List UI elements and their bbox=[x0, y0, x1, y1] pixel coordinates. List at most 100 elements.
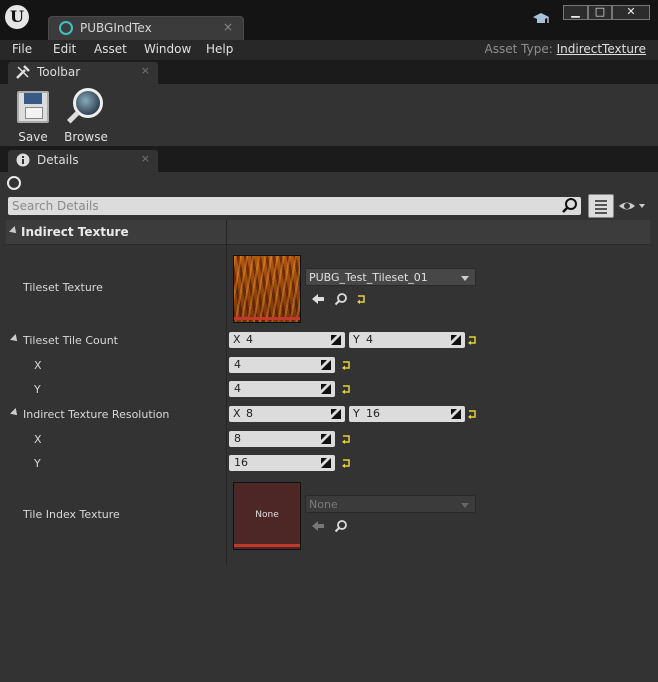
tileset-tile-count-y-field[interactable]: Y 4 bbox=[349, 332, 465, 348]
asset-type-indicator: Asset Type: IndirectTexture bbox=[485, 42, 646, 56]
drag-resize-icon bbox=[331, 409, 341, 419]
expand-arrow-icon[interactable] bbox=[10, 408, 20, 418]
dropdown-arrow-icon bbox=[461, 276, 469, 281]
search-details-input[interactable] bbox=[12, 198, 552, 213]
resolution-y-value: 16 bbox=[234, 456, 248, 469]
details-tab-label: Details bbox=[37, 153, 79, 167]
texture-type-bar bbox=[234, 544, 300, 547]
drag-resize-icon bbox=[321, 434, 331, 444]
reset-to-default-icon[interactable] bbox=[356, 294, 366, 304]
indirect-resolution-label: Indirect Texture Resolution bbox=[23, 408, 170, 421]
dropdown-arrow-icon bbox=[461, 503, 469, 508]
save-button-label: Save bbox=[18, 130, 48, 144]
browse-asset-search-icon[interactable] bbox=[334, 519, 348, 533]
menu-help[interactable]: Help bbox=[206, 42, 233, 56]
browse-button[interactable]: Browse bbox=[59, 88, 113, 144]
save-button[interactable]: Save bbox=[7, 88, 59, 144]
drag-resize-icon bbox=[321, 360, 331, 370]
resolution-y-field[interactable]: 16 bbox=[229, 455, 335, 471]
toolbar-panel-tab[interactable]: Toolbar × bbox=[8, 62, 158, 84]
resolution-x-value: 8 bbox=[234, 432, 241, 445]
tile-index-texture-picker[interactable]: None bbox=[305, 495, 476, 513]
menu-window[interactable]: Window bbox=[144, 42, 191, 56]
resolution-y-label: Y bbox=[34, 457, 41, 470]
indirect-resolution-x-field[interactable]: X 8 bbox=[229, 406, 345, 422]
tile-index-texture-value: None bbox=[309, 498, 338, 511]
reset-to-default-icon[interactable] bbox=[341, 360, 351, 370]
list-view-icon-line bbox=[595, 204, 607, 206]
floppy-disk-icon bbox=[17, 91, 49, 123]
tileset-texture-value: PUBG_Test_Tileset_01 bbox=[309, 271, 428, 284]
browse-asset-search-icon[interactable] bbox=[334, 292, 348, 306]
reset-to-default-icon[interactable] bbox=[341, 434, 351, 444]
info-icon bbox=[14, 152, 32, 170]
reset-to-default-icon[interactable] bbox=[467, 409, 477, 419]
tileset-tile-count-y-value: 4 bbox=[366, 333, 373, 346]
indirect-texture-section-header[interactable]: Indirect Texture bbox=[6, 220, 650, 245]
menu-edit[interactable]: Edit bbox=[53, 42, 76, 56]
tile-count-x-field[interactable]: 4 bbox=[229, 357, 335, 373]
details-panel-tab[interactable]: Details × bbox=[8, 150, 158, 172]
asset-type-link[interactable]: IndirectTexture bbox=[557, 42, 646, 56]
toolbar-tab-close-button[interactable]: × bbox=[141, 64, 150, 77]
tileset-texture-picker[interactable]: PUBG_Test_Tileset_01 bbox=[305, 268, 476, 286]
list-view-icon-line bbox=[595, 208, 607, 210]
graduation-cap-icon[interactable] bbox=[532, 11, 550, 27]
tile-count-y-field[interactable]: 4 bbox=[229, 381, 335, 397]
toolbar-tab-strip: Toolbar × bbox=[0, 60, 658, 84]
asset-type-key: Asset Type: bbox=[484, 42, 553, 56]
use-selected-arrow-icon[interactable] bbox=[311, 519, 325, 533]
menu-asset[interactable]: Asset bbox=[94, 42, 127, 56]
x-axis-label: X bbox=[233, 407, 241, 420]
title-bar: U PUBGIndTex × ▁ □ ✕ bbox=[0, 0, 658, 40]
search-icon[interactable] bbox=[561, 197, 579, 215]
indirect-resolution-x-value: 8 bbox=[246, 407, 253, 420]
drag-resize-icon bbox=[451, 335, 461, 345]
toolbar-tab-label: Toolbar bbox=[37, 65, 81, 79]
resolution-x-label: X bbox=[34, 433, 42, 446]
indirect-resolution-y-value: 16 bbox=[366, 407, 380, 420]
indirect-texture-asset-icon bbox=[59, 21, 73, 35]
menu-file[interactable]: File bbox=[12, 42, 32, 56]
reset-to-default-icon[interactable] bbox=[341, 384, 351, 394]
collapse-arrow-icon bbox=[9, 226, 19, 236]
view-options-button[interactable] bbox=[618, 198, 650, 214]
tile-count-x-label: X bbox=[34, 359, 42, 372]
toolbar-body: Save Browse bbox=[0, 84, 658, 146]
details-tab-strip: Details × bbox=[0, 148, 658, 172]
wrench-icon bbox=[14, 64, 32, 82]
use-selected-arrow-icon[interactable] bbox=[311, 292, 325, 306]
property-matrix-button[interactable] bbox=[588, 194, 614, 218]
x-axis-label: X bbox=[233, 333, 241, 346]
tile-count-y-label: Y bbox=[34, 383, 41, 396]
details-tab-close-button[interactable]: × bbox=[141, 152, 150, 165]
tileset-tile-count-x-field[interactable]: X 4 bbox=[229, 332, 345, 348]
drag-resize-icon bbox=[321, 384, 331, 394]
magnifier-handle-icon bbox=[66, 111, 80, 124]
tileset-tile-count-label: Tileset Tile Count bbox=[23, 334, 118, 347]
close-window-button[interactable]: ✕ bbox=[612, 5, 650, 20]
tileset-texture-thumbnail[interactable] bbox=[233, 255, 301, 323]
expand-arrow-icon[interactable] bbox=[10, 334, 20, 344]
drag-resize-icon bbox=[451, 409, 461, 419]
document-tab-close-button[interactable]: × bbox=[223, 20, 233, 34]
loading-circle-icon bbox=[7, 176, 21, 190]
search-details-field[interactable] bbox=[8, 197, 581, 215]
thumbnail-none-label: None bbox=[255, 510, 279, 520]
column-splitter[interactable] bbox=[226, 220, 227, 565]
tile-count-y-value: 4 bbox=[234, 382, 241, 395]
reset-to-default-icon[interactable] bbox=[467, 335, 477, 345]
details-panel: Indirect Texture Tileset Texture PUBG_Te… bbox=[0, 172, 658, 682]
eye-icon bbox=[619, 202, 645, 210]
indirect-resolution-y-field[interactable]: Y 16 bbox=[349, 406, 465, 422]
texture-type-bar bbox=[234, 317, 300, 320]
list-view-icon-line bbox=[595, 212, 607, 214]
y-axis-label: Y bbox=[353, 407, 360, 420]
y-axis-label: Y bbox=[353, 333, 360, 346]
maximize-button[interactable]: □ bbox=[588, 5, 612, 20]
resolution-x-field[interactable]: 8 bbox=[229, 431, 335, 447]
tile-index-texture-thumbnail[interactable]: None bbox=[233, 482, 301, 550]
minimize-button[interactable]: ▁ bbox=[563, 5, 588, 20]
reset-to-default-icon[interactable] bbox=[341, 458, 351, 468]
asset-document-tab[interactable]: PUBGIndTex × bbox=[48, 16, 244, 40]
